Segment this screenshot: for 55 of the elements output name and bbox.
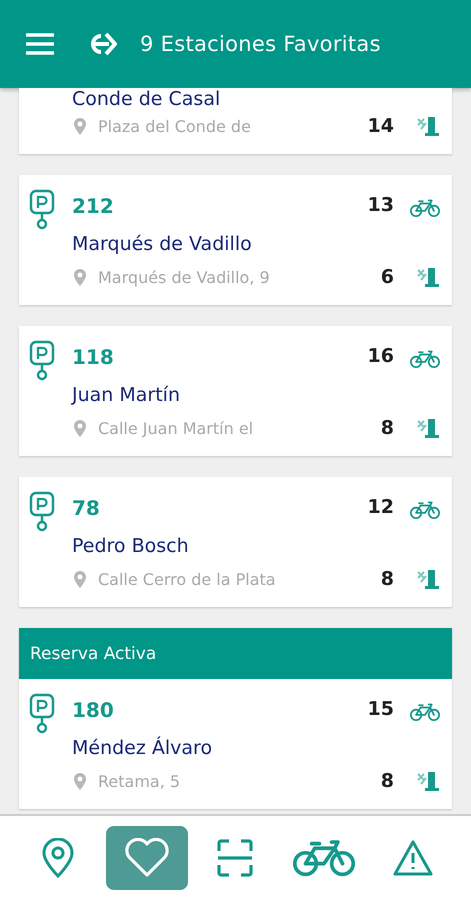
station-card[interactable]: 118 16 Juan Martín Calle Juan Martín el 8 bbox=[19, 326, 452, 456]
station-name: Juan Martín bbox=[72, 384, 180, 406]
station-name: Méndez Álvaro bbox=[72, 737, 212, 759]
station-number: 78 bbox=[72, 496, 101, 520]
station-name: Marqués de Vadillo bbox=[72, 233, 252, 255]
station-name: Pedro Bosch bbox=[72, 535, 189, 557]
map-pin-icon bbox=[41, 838, 76, 878]
station-address: Calle Juan Martín el bbox=[98, 418, 254, 438]
menu-icon[interactable] bbox=[26, 33, 54, 55]
station-address: Calle Cerro de la Plata bbox=[98, 570, 277, 588]
location-pin-icon bbox=[74, 268, 86, 286]
screen-title: 9 Estaciones Favoritas bbox=[140, 32, 381, 56]
station-name: Conde de Casal bbox=[72, 88, 220, 110]
station-card[interactable]: 78 12 Pedro Bosch Calle Cerro de la Plata 8 bbox=[19, 477, 452, 607]
favorites-tab[interactable] bbox=[106, 826, 188, 890]
parking-station-icon bbox=[29, 340, 55, 382]
location-pin-icon bbox=[74, 570, 86, 588]
station-address: Marqués de Vadillo, 9 bbox=[98, 268, 271, 286]
bikes-count: 16 bbox=[366, 345, 394, 367]
bike-icon bbox=[410, 199, 440, 218]
heart-icon bbox=[124, 838, 170, 878]
station-number: 180 bbox=[72, 698, 115, 722]
dock-icon bbox=[416, 115, 440, 137]
dock-icon bbox=[416, 417, 440, 439]
bikes-count: 15 bbox=[366, 698, 394, 720]
docks-count: 8 bbox=[380, 417, 394, 439]
docks-count: 8 bbox=[380, 568, 394, 590]
dock-icon bbox=[416, 568, 440, 590]
station-card[interactable]: 180 15 Méndez Álvaro Retama, 5 8 bbox=[19, 679, 452, 809]
dock-icon bbox=[416, 770, 440, 792]
dock-icon bbox=[416, 266, 440, 288]
location-pin-icon bbox=[74, 420, 86, 436]
scan-icon bbox=[217, 839, 254, 877]
bikes-count: 12 bbox=[366, 496, 394, 518]
parking-station-icon bbox=[29, 189, 55, 231]
parking-station-icon bbox=[29, 491, 55, 533]
station-card[interactable]: Conde de Casal Plaza del Conde de 14 bbox=[19, 88, 452, 154]
docks-count: 14 bbox=[366, 115, 394, 137]
station-number: 118 bbox=[72, 345, 115, 369]
station-card[interactable]: 212 13 Marqués de Vadillo Marqués de Vadillo, 9 6 bbox=[19, 175, 452, 305]
docks-count: 8 bbox=[380, 770, 394, 792]
bike-icon bbox=[410, 350, 440, 369]
bikes-count: 13 bbox=[366, 194, 394, 216]
reservation-label: Reserva Activa bbox=[30, 644, 156, 664]
parking-station-icon bbox=[29, 693, 55, 735]
bike-icon bbox=[410, 501, 440, 520]
location-pin-icon bbox=[74, 772, 86, 790]
bike-icon bbox=[293, 838, 356, 878]
bike-icon bbox=[410, 703, 440, 722]
station-address: Plaza del Conde de bbox=[98, 116, 252, 136]
docks-count: 6 bbox=[380, 266, 394, 288]
location-pin-icon bbox=[74, 118, 86, 134]
station-address: Retama, 5 bbox=[98, 772, 182, 790]
station-number: 212 bbox=[72, 194, 115, 218]
warning-icon bbox=[392, 839, 434, 877]
